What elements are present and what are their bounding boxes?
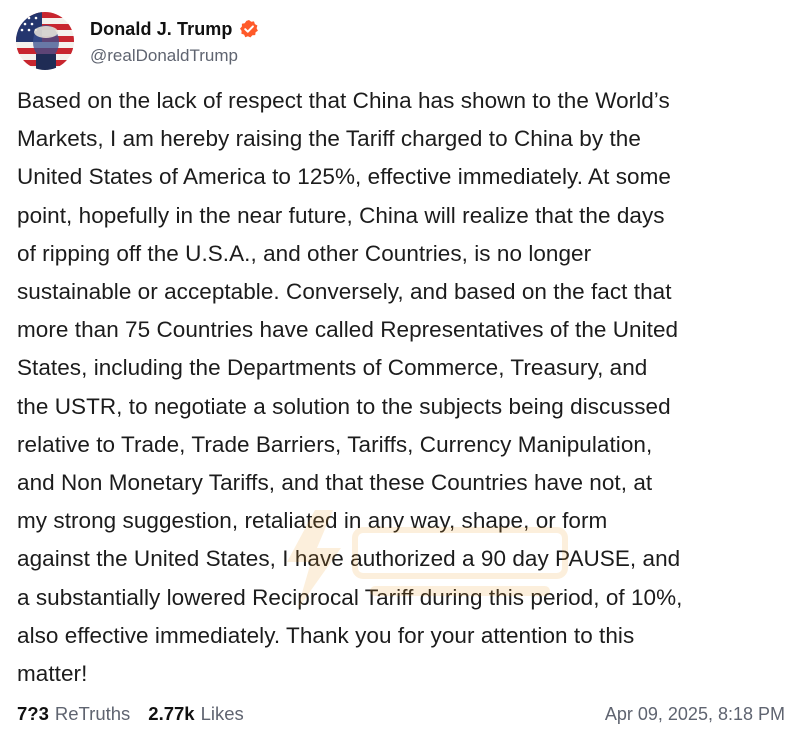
name-row: Donald J. Trump [90, 16, 259, 42]
display-name[interactable]: Donald J. Trump [90, 19, 233, 40]
retruths-count[interactable]: 7?3 [17, 703, 49, 725]
retruths-label[interactable]: ReTruths [55, 703, 130, 725]
likes-count[interactable]: 2.77k [148, 703, 194, 725]
likes-label[interactable]: Likes [201, 703, 244, 725]
post-footer: 7?3 ReTruths 2.77k Likes Apr 09, 2025, 8… [17, 700, 785, 728]
post-timestamp[interactable]: Apr 09, 2025, 8:18 PM [605, 704, 785, 725]
truth-post: Donald J. Trump @realDonaldTrump Based o… [0, 0, 800, 741]
verified-badge-icon [239, 19, 259, 39]
author-handle[interactable]: @realDonaldTrump [90, 46, 259, 66]
avatar[interactable] [16, 12, 74, 70]
flag-portrait-icon [16, 12, 74, 70]
post-body-text: Based on the lack of respect that China … [17, 88, 683, 687]
post-header: Donald J. Trump @realDonaldTrump [16, 12, 259, 70]
author-identity: Donald J. Trump @realDonaldTrump [90, 16, 259, 66]
